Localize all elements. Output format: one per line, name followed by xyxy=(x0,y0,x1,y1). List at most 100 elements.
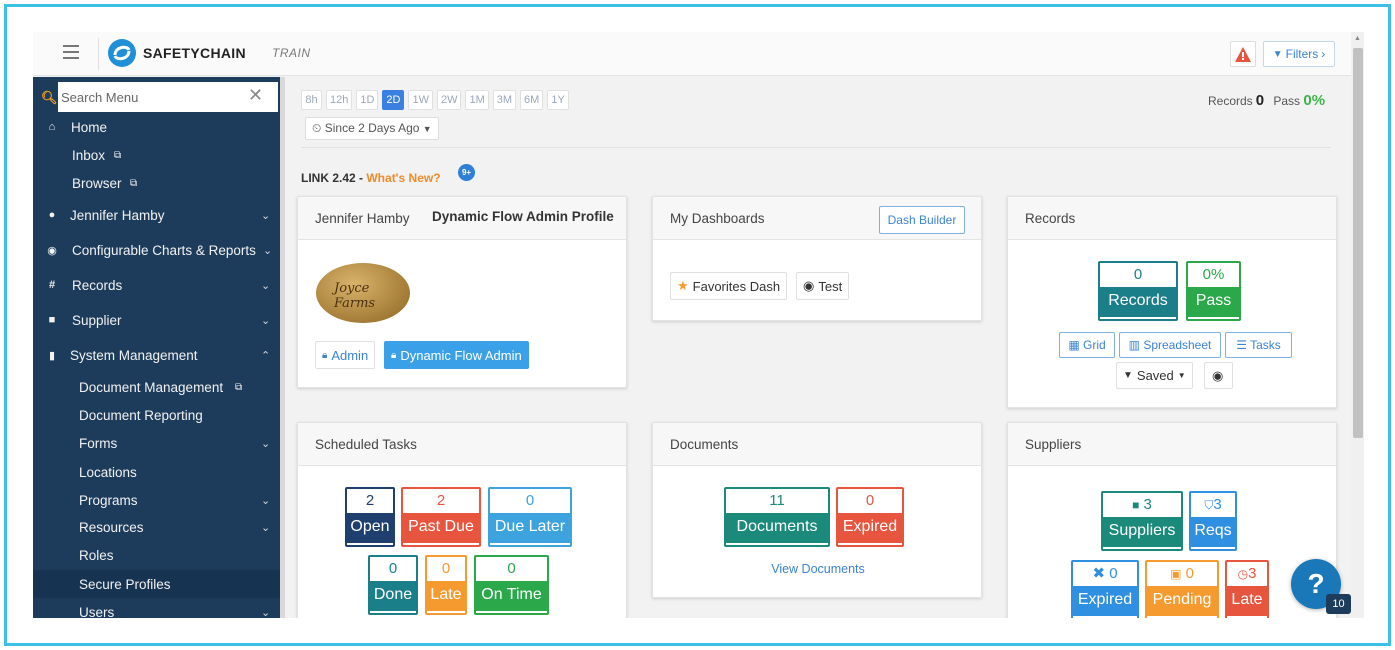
grid-view-button[interactable]: ▦ Grid xyxy=(1059,332,1115,358)
since-label: Since 2 Days Ago xyxy=(324,121,420,135)
sidebar-item-roles[interactable]: Roles xyxy=(33,541,280,569)
scroll-up-icon[interactable]: ▲ xyxy=(1354,35,1361,42)
close-icon[interactable]: ✕ xyxy=(248,85,263,106)
search-menu-input[interactable] xyxy=(58,82,278,112)
sidebar-item-document-management[interactable]: Document Management ⧉ xyxy=(33,373,280,401)
range-1m[interactable]: 1M xyxy=(465,90,489,110)
records-stat[interactable]: 0 Records xyxy=(1098,261,1178,321)
range-1d[interactable]: 1D xyxy=(356,90,379,110)
sidebar-item-home[interactable]: ⌂ Home xyxy=(33,113,280,141)
open-tasks-stat[interactable]: 2 Open xyxy=(345,487,395,547)
admin-role-button[interactable]: 🔒︎ Admin xyxy=(315,341,376,369)
since-dropdown[interactable]: ⏲ Since 2 Days Ago ▼ xyxy=(305,117,439,140)
tasks-view-button[interactable]: ☰ Tasks xyxy=(1225,332,1292,358)
range-6m[interactable]: 6M xyxy=(520,90,544,110)
pending-suppliers-count: 0 xyxy=(1185,565,1194,582)
sidebar-item-inbox[interactable]: Inbox ⧉ xyxy=(33,141,280,169)
pending-suppliers-stat[interactable]: ▣ 0 Pending xyxy=(1145,560,1219,618)
safetychain-logo-icon xyxy=(108,39,136,67)
warning-icon xyxy=(1235,46,1251,62)
done-stat[interactable]: 0 Done xyxy=(368,555,418,615)
expired-suppliers-stat[interactable]: ✖ 0 Expired xyxy=(1071,560,1139,618)
open-tasks-label: Open xyxy=(347,513,393,543)
time-range-selector: 8h 12h 1D 2D 1W 2W 1M 3M 6M 1Y xyxy=(301,90,573,110)
test-dash-label: Test xyxy=(818,278,843,294)
suppliers-stat[interactable]: ■ 3 Suppliers xyxy=(1101,491,1183,551)
records-card-header: Records xyxy=(1008,197,1336,240)
chevron-down-icon: ⌄ xyxy=(261,521,271,534)
sidebar-scrollbar[interactable] xyxy=(280,77,285,618)
sidebar-item-user[interactable]: ● Jennifer Hamby ⌄ xyxy=(33,201,280,229)
lock-icon: 🔒︎ xyxy=(322,349,328,361)
spreadsheet-view-button[interactable]: ▥ Spreadsheet xyxy=(1119,332,1221,358)
expired-documents-count: 0 xyxy=(865,492,875,509)
sidebar-item-supplier[interactable]: ■ Supplier ⌄ xyxy=(33,306,280,334)
test-dash-button[interactable]: ◉ Test xyxy=(796,272,850,300)
whats-new-link[interactable]: What's New? xyxy=(366,171,440,185)
star-icon: ★ xyxy=(677,278,689,293)
sidebar: 🔍︎ ✕ ⌂ Home Inbox ⧉ Browser ⧉ ● Jennifer… xyxy=(33,77,280,618)
link-version-label: LINK 2.42 - xyxy=(301,171,367,185)
documents-stat[interactable]: 11 Documents xyxy=(724,487,830,547)
sidebar-item-system-management[interactable]: ▮ System Management ⌃ xyxy=(33,341,280,369)
past-due-stat[interactable]: 2 Past Due xyxy=(401,487,481,547)
records-card: Records 0 Records 0% Pass ▦ Grid ▥ Sprea… xyxy=(1007,196,1337,408)
sidebar-item-label: Configurable Charts & Reports xyxy=(72,242,256,258)
dashboards-card-header: My Dashboards Dash Builder xyxy=(653,197,981,240)
saved-filters-dropdown[interactable]: ▼ Saved ▼ xyxy=(1116,362,1193,389)
sidebar-item-records[interactable]: # Records ⌄ xyxy=(33,271,280,299)
hamburger-menu-icon[interactable] xyxy=(63,45,79,59)
sidebar-item-users[interactable]: Users ⌄ xyxy=(33,598,280,619)
sidebar-item-resources[interactable]: Resources ⌄ xyxy=(33,513,280,541)
chevron-down-icon: ⌄ xyxy=(261,606,271,619)
external-link-icon: ⧉ xyxy=(114,149,122,161)
late-suppliers-stat[interactable]: ◷3 Late xyxy=(1225,560,1269,618)
spreadsheet-icon: ▥ xyxy=(1128,338,1140,352)
range-8h[interactable]: 8h xyxy=(301,90,322,110)
on-time-label: On Time xyxy=(476,581,547,611)
range-1w[interactable]: 1W xyxy=(408,90,433,110)
late-tasks-stat[interactable]: 0 Late xyxy=(425,555,467,615)
sidebar-item-locations[interactable]: Locations xyxy=(33,458,280,486)
clock-icon: ◷ xyxy=(1237,567,1249,581)
sidebar-item-secure-profiles[interactable]: Secure Profiles xyxy=(33,570,280,598)
filters-label: Filters xyxy=(1285,47,1319,61)
sidebar-item-programs[interactable]: Programs ⌄ xyxy=(33,486,280,514)
range-3m[interactable]: 3M xyxy=(492,90,517,110)
records-stat-label: Records xyxy=(1100,287,1176,317)
sidebar-item-document-reporting[interactable]: Document Reporting xyxy=(33,401,280,429)
whats-new-badge[interactable]: 9+ xyxy=(458,164,475,181)
on-time-stat[interactable]: 0 On Time xyxy=(474,555,549,615)
admin-role-label: Admin xyxy=(331,347,369,363)
sidebar-item-forms[interactable]: Forms ⌄ xyxy=(33,429,280,457)
range-1y[interactable]: 1Y xyxy=(547,90,569,110)
page-scrollbar-thumb[interactable] xyxy=(1353,48,1363,438)
reqs-stat[interactable]: ⛉3 Reqs xyxy=(1189,491,1237,551)
due-later-stat[interactable]: 0 Due Later xyxy=(488,487,572,547)
records-card-title: Records xyxy=(1025,211,1076,226)
filters-button[interactable]: ▼ Filters › xyxy=(1263,41,1335,67)
favorites-dash-button[interactable]: ★ Favorites Dash xyxy=(670,272,788,300)
open-tasks-count: 2 xyxy=(365,492,375,509)
dashboards-card-title: My Dashboards xyxy=(670,211,765,226)
external-link-icon: ⧉ xyxy=(235,381,243,393)
dash-builder-button[interactable]: Dash Builder xyxy=(879,206,965,234)
expired-documents-stat[interactable]: 0 Expired xyxy=(836,487,904,547)
range-12h[interactable]: 12h xyxy=(326,90,353,110)
tasks-icon: ☰ xyxy=(1236,338,1247,352)
range-2d[interactable]: 2D xyxy=(382,90,405,110)
search-icon: 🔍︎ xyxy=(41,90,58,105)
sidebar-item-charts-reports[interactable]: ◉ Configurable Charts & Reports ⌄ xyxy=(33,236,280,264)
dynamic-flow-admin-role-button[interactable]: 🔒︎ Dynamic Flow Admin xyxy=(384,341,529,369)
view-documents-link[interactable]: View Documents xyxy=(653,562,983,576)
profile-card-header: Jennifer Hamby Dynamic Flow Admin Profil… xyxy=(298,197,626,240)
sidebar-item-label: Forms xyxy=(79,435,118,451)
records-dashboard-button[interactable]: ◉ xyxy=(1204,362,1233,389)
pass-stat[interactable]: 0% Pass xyxy=(1186,261,1241,321)
range-2w[interactable]: 2W xyxy=(436,90,462,110)
favorites-dash-label: Favorites Dash xyxy=(692,278,781,294)
alert-button[interactable] xyxy=(1230,41,1256,67)
suppliers-card-title: Suppliers xyxy=(1025,437,1082,452)
profile-card: Jennifer Hamby Dynamic Flow Admin Profil… xyxy=(297,196,627,388)
sidebar-item-browser[interactable]: Browser ⧉ xyxy=(33,169,280,197)
